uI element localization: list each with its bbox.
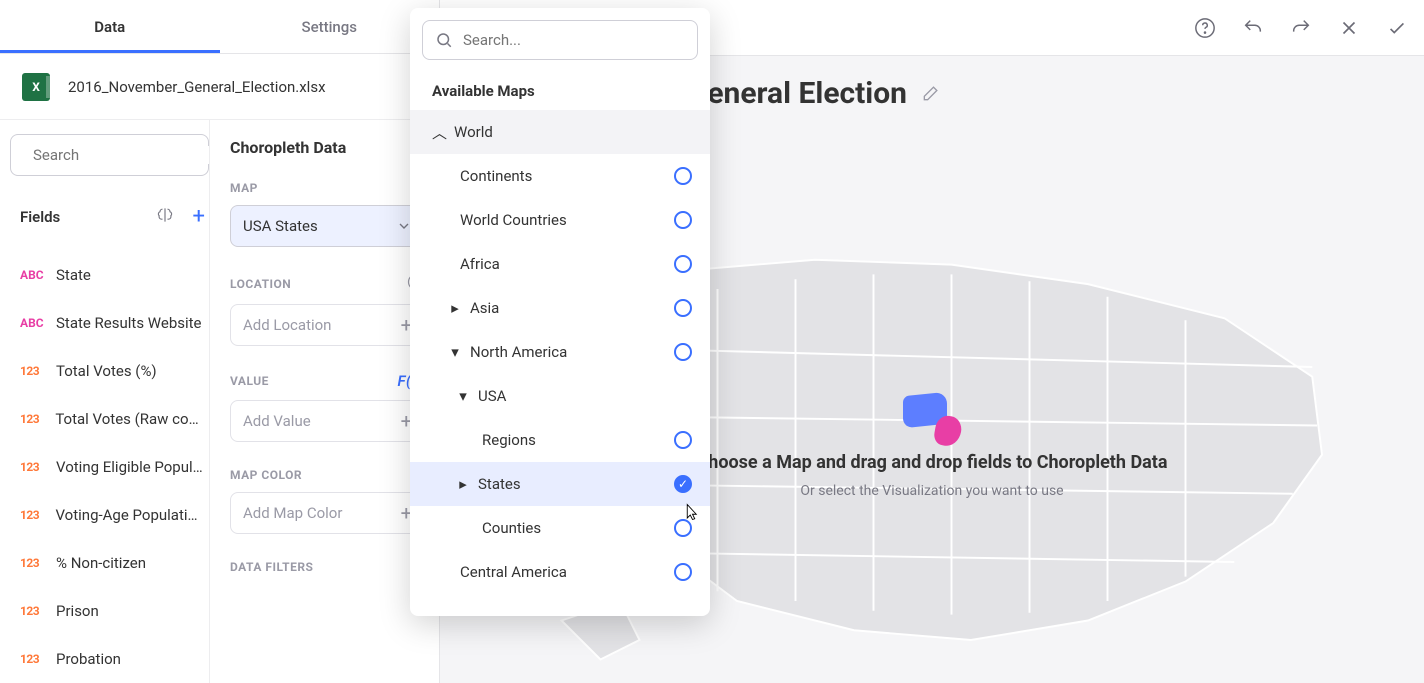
- chevron-right-icon: ▸: [456, 475, 470, 493]
- map-selector-popover: Available Maps ︿World Continents World C…: [410, 8, 710, 616]
- radio-icon[interactable]: [674, 167, 692, 185]
- chevron-up-icon: ︿: [432, 122, 446, 143]
- mouse-cursor-icon: [682, 502, 700, 526]
- popover-tree[interactable]: ︿World Continents World Countries Africa…: [410, 110, 710, 616]
- popover-search-input[interactable]: [463, 31, 685, 49]
- chevron-down-icon: ▾: [448, 343, 462, 361]
- fields-column: Fields + ABCState ABCState Results Websi…: [0, 120, 210, 683]
- left-panel: Data Settings X 2016_November_General_El…: [0, 0, 440, 683]
- fields-header-label: Fields: [20, 208, 141, 226]
- left-panel-tabs: Data Settings: [0, 0, 439, 54]
- field-type-icon: 123: [20, 508, 45, 522]
- map-tree-world-countries[interactable]: World Countries: [410, 198, 710, 242]
- location-placeholder: Add Location: [243, 316, 331, 334]
- mapcolor-dropzone[interactable]: Add Map Color +: [230, 492, 425, 534]
- fields-header: Fields +: [10, 200, 209, 233]
- field-item[interactable]: 123Prison: [20, 587, 209, 635]
- add-field-button[interactable]: +: [189, 200, 209, 233]
- radio-icon[interactable]: [674, 299, 692, 317]
- popover-search[interactable]: [422, 20, 698, 60]
- map-tree-continents[interactable]: Continents: [410, 154, 710, 198]
- field-type-icon: 123: [20, 412, 45, 426]
- map-tree-central-america[interactable]: Central America: [410, 550, 710, 594]
- tab-settings[interactable]: Settings: [220, 0, 440, 53]
- radio-icon[interactable]: [674, 343, 692, 361]
- map-tree-world[interactable]: ︿World: [410, 110, 710, 154]
- search-icon: [435, 31, 453, 49]
- fields-search-input[interactable]: [33, 146, 210, 164]
- field-item[interactable]: 123Probation: [20, 635, 209, 683]
- map-tree-counties[interactable]: Counties: [410, 506, 710, 550]
- map-select-value: USA States: [243, 217, 318, 235]
- close-icon[interactable]: [1338, 17, 1360, 39]
- mapcolor-placeholder: Add Map Color: [243, 504, 342, 522]
- fields-search[interactable]: [10, 134, 209, 176]
- location-dropzone[interactable]: Add Location +: [230, 304, 425, 346]
- datasource-row: X 2016_November_General_Election.xlsx: [0, 54, 439, 120]
- radio-icon[interactable]: [674, 255, 692, 273]
- config-title: Choropleth Data: [230, 138, 425, 157]
- field-type-icon: ABC: [20, 268, 46, 282]
- field-item[interactable]: ABCState: [20, 251, 209, 299]
- confirm-icon[interactable]: [1386, 17, 1408, 39]
- excel-icon: X: [22, 73, 50, 101]
- field-item[interactable]: 123% Non-citizen: [20, 539, 209, 587]
- map-tree-regions[interactable]: Regions: [410, 418, 710, 462]
- map-tree-usa[interactable]: ▾USA: [410, 374, 710, 418]
- brain-icon[interactable]: [151, 201, 179, 233]
- redo-icon[interactable]: [1290, 17, 1312, 39]
- config-value-label: VALUE F(x): [230, 372, 425, 390]
- config-mapcolor-label: MAP COLOR: [230, 468, 425, 482]
- field-item[interactable]: ABCState Results Website: [20, 299, 209, 347]
- chevron-right-icon: ▸: [448, 299, 462, 317]
- config-location-label: LOCATION: [230, 273, 425, 294]
- map-tree-north-america[interactable]: ▾North America: [410, 330, 710, 374]
- tab-data[interactable]: Data: [0, 0, 220, 53]
- field-type-icon: 123: [20, 652, 46, 666]
- field-item[interactable]: 123Total Votes (Raw cou…: [20, 395, 209, 443]
- map-tree-asia[interactable]: ▸Asia: [410, 286, 710, 330]
- field-type-icon: 123: [20, 460, 46, 474]
- empty-state-subtitle: Or select the Visualization you want to …: [696, 483, 1167, 499]
- radio-checked-icon[interactable]: ✓: [674, 475, 692, 493]
- field-type-icon: ABC: [20, 316, 46, 330]
- edit-title-icon[interactable]: [921, 76, 941, 111]
- undo-icon[interactable]: [1242, 17, 1264, 39]
- field-type-icon: 123: [20, 604, 46, 618]
- config-datafilters-label: DATA FILTERS: [230, 560, 425, 574]
- field-item[interactable]: 123Total Votes (%): [20, 347, 209, 395]
- popover-available-maps-header: Available Maps: [410, 72, 710, 110]
- map-select-dropdown[interactable]: USA States: [230, 205, 425, 247]
- empty-state-help: Choose a Map and drag and drop fields to…: [696, 394, 1167, 499]
- field-list: ABCState ABCState Results Website 123Tot…: [10, 251, 209, 683]
- radio-icon[interactable]: [674, 431, 692, 449]
- radio-icon[interactable]: [674, 211, 692, 229]
- popover-search-area: [410, 8, 710, 72]
- field-item[interactable]: 123Voting-Age Populatio…: [20, 491, 209, 539]
- config-column: Choropleth Data MAP USA States LOCATION …: [210, 120, 439, 683]
- radio-icon[interactable]: [674, 563, 692, 581]
- map-glyph-icon: [895, 394, 969, 434]
- empty-state-title: Choose a Map and drag and drop fields to…: [696, 452, 1167, 473]
- field-item[interactable]: 123Voting Eligible Popul…: [20, 443, 209, 491]
- left-body: Fields + ABCState ABCState Results Websi…: [0, 120, 439, 683]
- map-tree-africa[interactable]: Africa: [410, 242, 710, 286]
- config-map-label: MAP: [230, 181, 425, 195]
- field-type-icon: 123: [20, 364, 46, 378]
- field-type-icon: 123: [20, 556, 46, 570]
- value-placeholder: Add Value: [243, 412, 311, 430]
- map-tree-states[interactable]: ▸States ✓: [410, 462, 710, 506]
- datasource-name: 2016_November_General_Election.xlsx: [68, 78, 377, 96]
- chevron-down-icon: ▾: [456, 387, 470, 405]
- value-dropzone[interactable]: Add Value +: [230, 400, 425, 442]
- help-icon[interactable]: [1194, 17, 1216, 39]
